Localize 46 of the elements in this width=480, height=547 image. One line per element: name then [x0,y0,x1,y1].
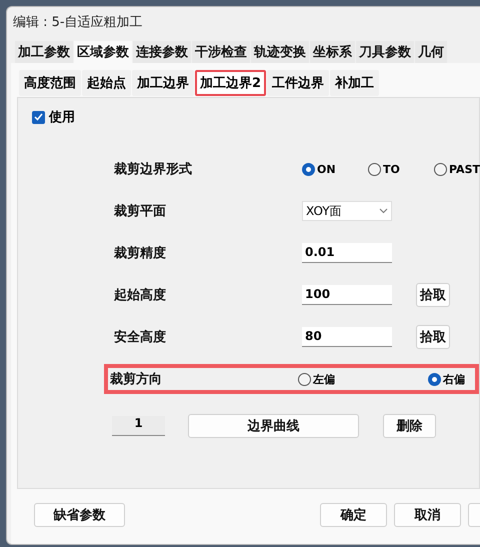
index-field: 1 [112,416,165,436]
tab[interactable]: 干涉检查 [192,41,250,63]
subtab[interactable]: 加工边界 [132,70,194,96]
field-label: 裁剪平面 [113,202,167,220]
subtab[interactable]: 补加工 [330,70,380,96]
checkbox-label: 使用 [49,109,75,126]
default-params-button[interactable]: 缺省参数 [34,503,125,527]
chevron-down-icon [379,208,388,214]
field-label: 安全高度 [113,328,167,346]
tab[interactable]: 坐标系 [310,41,355,63]
checkbox[interactable] [32,110,45,124]
radio-button[interactable] [368,162,381,176]
input-field[interactable]: 0.01 [302,243,392,263]
radio-button[interactable] [302,162,315,176]
input-field[interactable]: 80 [302,327,392,347]
boundary-curve-button[interactable]: 边界曲线 [188,414,359,438]
pick-button[interactable]: 拾取 [416,283,450,307]
tab[interactable]: 刀具参数 [356,41,414,63]
subtab[interactable]: 工件边界 [267,70,330,96]
radio-button[interactable] [428,372,441,386]
radio-label: 左偏 [313,372,335,386]
input-field[interactable]: 100 [302,285,392,305]
tab[interactable]: 连接参数 [133,41,191,63]
field-label: 裁剪方向 [109,370,163,388]
field-label: 起始高度 [113,286,167,304]
dialog-button[interactable]: 取消 [394,503,461,527]
window-title: 编辑 : 5-自适应粗加工 [12,14,144,32]
tab[interactable]: 轨迹变换 [251,41,309,63]
dialog-button[interactable]: 确定 [320,503,387,527]
field-label: 裁剪边界形式 [113,160,193,178]
radio-label: 右偏 [443,372,465,386]
tab[interactable]: 几何 [415,41,447,63]
dropdown[interactable]: XOY面 [302,201,392,221]
radio-label: TO [383,162,400,176]
field-label: 裁剪精度 [113,244,167,262]
subtab[interactable]: 起始点 [82,70,131,96]
delete-button[interactable]: 删除 [383,414,436,438]
radio-button[interactable] [434,162,447,176]
radio-label: PAST [449,162,480,176]
tab[interactable]: 加工参数 [15,41,73,63]
radio-label: ON [317,162,336,176]
subtab[interactable]: 加工边界2 [195,70,266,96]
pick-button[interactable]: 拾取 [416,325,450,349]
subtab[interactable]: 高度范围 [19,70,81,96]
radio-button[interactable] [298,372,311,386]
tab[interactable]: 区域参数 [74,41,132,63]
